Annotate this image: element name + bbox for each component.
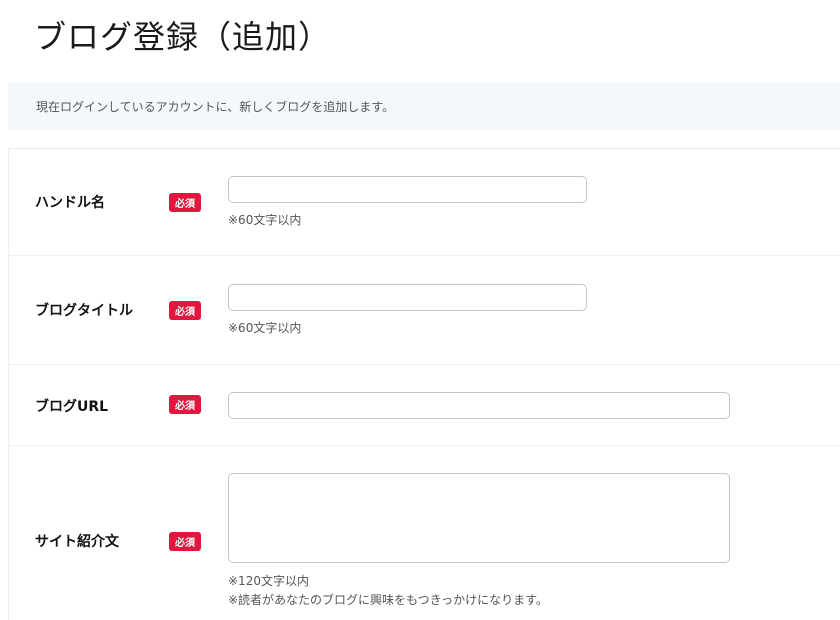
form-row-blog-url: ブログURL 必須	[9, 365, 840, 446]
blog-title-label: ブログタイトル	[35, 303, 133, 319]
info-message-box: 現在ログインしているアカウントに、新しくブログを追加します。	[8, 82, 840, 130]
required-badge: 必須	[169, 395, 201, 414]
blog-registration-form: ハンドル名 必須 ※60文字以内 ブログタイトル 必須 ※60文字以内 ブログU…	[8, 148, 840, 620]
site-intro-textarea[interactable]	[228, 473, 730, 563]
blog-title-note: ※60文字以内	[228, 321, 302, 335]
form-row-handle-name: ハンドル名 必須 ※60文字以内	[9, 149, 840, 256]
required-badge: 必須	[169, 193, 201, 212]
required-badge: 必須	[169, 532, 201, 551]
handle-name-note: ※60文字以内	[228, 213, 302, 227]
info-message-text: 現在ログインしているアカウントに、新しくブログを追加します。	[36, 99, 395, 114]
site-intro-note-length: ※120文字以内	[228, 574, 309, 588]
required-badge: 必須	[169, 301, 201, 320]
page-title: ブログ登録（追加）	[34, 18, 332, 56]
blog-url-label: ブログURL	[35, 399, 109, 415]
form-row-site-intro: サイト紹介文 必須 ※120文字以内 ※読者があなたのブログに興味をもつきっかけ…	[9, 446, 840, 620]
site-intro-label: サイト紹介文	[35, 534, 119, 550]
handle-name-label: ハンドル名	[35, 195, 105, 211]
site-intro-note-hint: ※読者があなたのブログに興味をもつきっかけになります。	[228, 593, 548, 607]
handle-name-input[interactable]	[228, 176, 587, 203]
blog-url-input[interactable]	[228, 392, 730, 419]
form-row-blog-title: ブログタイトル 必須 ※60文字以内	[9, 256, 840, 365]
blog-title-input[interactable]	[228, 284, 587, 311]
